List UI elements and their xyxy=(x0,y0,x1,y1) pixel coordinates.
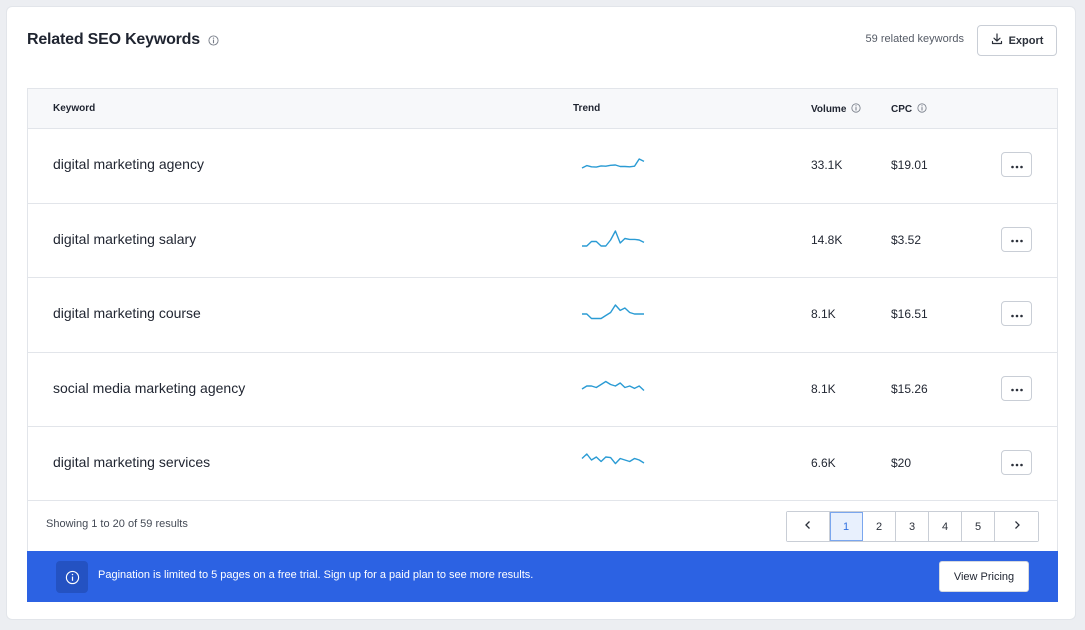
ellipsis-icon xyxy=(1010,454,1024,472)
column-header-trend[interactable]: Trend xyxy=(573,103,600,114)
table-row: social media marketing agency 8.1K $15.2… xyxy=(28,353,1057,427)
table-row: digital marketing course 8.1K $16.51 xyxy=(28,278,1057,353)
page-button-1[interactable]: 1 xyxy=(830,512,863,541)
sparkline-chart xyxy=(581,453,645,465)
info-circle-icon xyxy=(56,561,88,593)
keyword-cell[interactable]: digital marketing salary xyxy=(53,231,196,247)
results-summary: Showing 1 to 20 of 59 results xyxy=(46,518,188,530)
cpc-cell: $19.01 xyxy=(891,158,928,172)
more-options-button[interactable] xyxy=(1001,152,1032,177)
trend-sparkline xyxy=(580,151,646,178)
sparkline-line xyxy=(582,229,645,247)
sparkline-chart xyxy=(582,229,645,247)
download-icon xyxy=(991,33,1003,48)
keyword-cell[interactable]: social media marketing agency xyxy=(53,380,245,396)
related-keywords-card: Related SEO Keywords 59 related keywords… xyxy=(6,6,1076,620)
chevron-left-icon xyxy=(804,520,812,533)
pagination: 1 2 3 4 5 xyxy=(786,511,1039,542)
more-options-button[interactable] xyxy=(1001,450,1032,475)
column-trend-label: Trend xyxy=(573,103,601,114)
more-options-button[interactable] xyxy=(1001,226,1032,252)
trend-sparkline xyxy=(580,375,646,402)
column-volume-label: Volume xyxy=(811,104,847,115)
next-page-button[interactable] xyxy=(995,512,1038,541)
ellipsis-icon xyxy=(1010,305,1024,323)
previous-page-button[interactable] xyxy=(787,512,830,541)
column-keyword-label: Keyword xyxy=(53,103,96,114)
page-button-2[interactable]: 2 xyxy=(863,512,896,541)
column-header-keyword[interactable]: Keyword xyxy=(53,103,95,114)
volume-cell: 6.6K xyxy=(811,456,836,470)
cpc-cell: $16.51 xyxy=(891,307,928,321)
volume-cell: 8.1K xyxy=(811,381,836,396)
trend-sparkline xyxy=(580,226,646,253)
free-trial-banner: Pagination is limited to 5 pages on a fr… xyxy=(27,551,1058,602)
sparkline-line xyxy=(582,304,644,320)
view-pricing-button[interactable]: View Pricing xyxy=(939,561,1029,592)
sparkline-line xyxy=(581,158,645,169)
sparkline-chart xyxy=(582,304,644,320)
sparkline-chart xyxy=(581,158,645,169)
page-button-4[interactable]: 4 xyxy=(929,512,962,541)
ellipsis-icon xyxy=(1010,379,1024,397)
sparkline-chart xyxy=(581,380,645,391)
table-row: digital marketing agency 33.1K $19.01 xyxy=(28,129,1057,204)
column-header-volume[interactable]: Volume xyxy=(811,103,861,116)
volume-info-icon[interactable] xyxy=(851,103,861,116)
page-button-5[interactable]: 5 xyxy=(962,512,995,541)
column-header-cpc[interactable]: CPC xyxy=(891,103,927,116)
page-button-3[interactable]: 3 xyxy=(896,512,929,541)
cpc-cell: $15.26 xyxy=(891,381,928,396)
card-title: Related SEO Keywords xyxy=(27,31,219,49)
table-body: digital marketing agency 33.1K $19.01 di… xyxy=(28,129,1057,502)
table-footer: Showing 1 to 20 of 59 results 1 2 3 4 5 xyxy=(27,501,1058,551)
keyword-cell[interactable]: digital marketing agency xyxy=(53,156,204,172)
column-cpc-label: CPC xyxy=(891,104,913,115)
keyword-count: 59 related keywords xyxy=(865,33,964,45)
more-options-button[interactable] xyxy=(1001,301,1032,326)
table-row: digital marketing salary 14.8K $3.52 xyxy=(28,204,1057,278)
volume-cell: 14.8K xyxy=(811,232,843,247)
trend-sparkline xyxy=(580,449,646,476)
sparkline-line xyxy=(581,453,645,465)
keywords-table: Keyword Trend Volume CPC digital marketi… xyxy=(27,88,1058,501)
export-button[interactable]: Export xyxy=(977,25,1057,56)
chevron-right-icon xyxy=(1013,520,1021,533)
ellipsis-icon xyxy=(1010,230,1024,248)
info-icon[interactable] xyxy=(208,34,219,46)
sparkline-line xyxy=(581,380,645,391)
ellipsis-icon xyxy=(1010,156,1024,174)
keyword-cell[interactable]: digital marketing course xyxy=(53,305,201,321)
cpc-info-icon[interactable] xyxy=(917,103,927,116)
volume-cell: 8.1K xyxy=(811,307,836,321)
table-row: digital marketing services 6.6K $20 xyxy=(28,427,1057,502)
export-label: Export xyxy=(1008,34,1044,47)
trend-sparkline xyxy=(580,300,646,327)
volume-cell: 33.1K xyxy=(811,158,843,172)
banner-message: Pagination is limited to 5 pages on a fr… xyxy=(98,569,534,581)
cpc-cell: $20 xyxy=(891,456,912,470)
table-header: Keyword Trend Volume CPC xyxy=(28,89,1057,129)
keyword-cell[interactable]: digital marketing services xyxy=(53,454,210,470)
more-options-button[interactable] xyxy=(1001,375,1032,401)
page-title: Related SEO Keywords xyxy=(27,31,200,48)
cpc-cell: $3.52 xyxy=(891,232,922,247)
